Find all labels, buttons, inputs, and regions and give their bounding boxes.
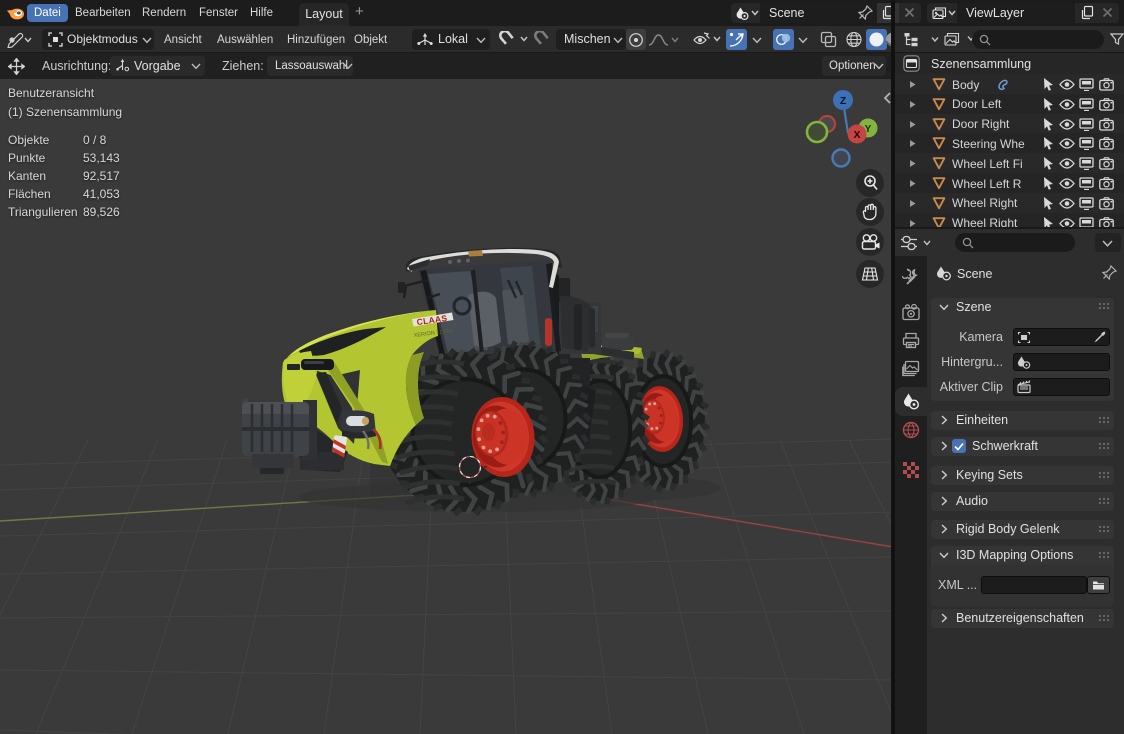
svg-text:Z: Z (840, 96, 846, 107)
svg-text:X: X (853, 129, 860, 141)
